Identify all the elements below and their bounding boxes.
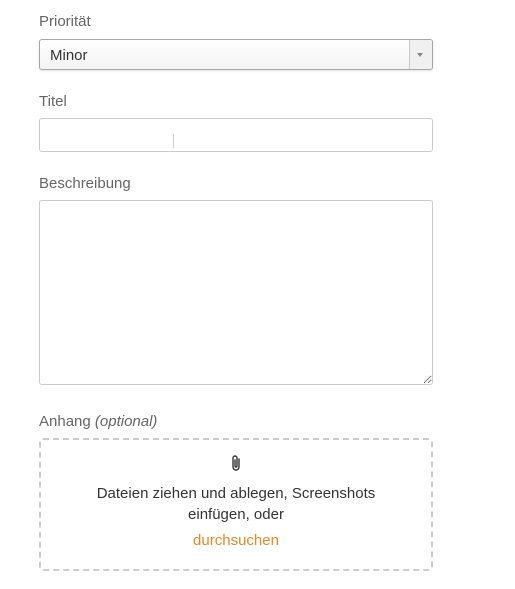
select-arrow-button[interactable]	[409, 40, 432, 69]
priority-selected-value: Minor	[50, 47, 88, 64]
priority-label: Priorität	[39, 13, 91, 30]
browse-link[interactable]: durchsuchen	[41, 532, 431, 549]
optional-hint: (optional)	[94, 413, 158, 430]
title-label: Titel	[39, 93, 67, 110]
title-input[interactable]	[39, 118, 433, 152]
text-cursor	[173, 134, 174, 148]
description-label: Beschreibung	[39, 175, 131, 192]
chevron-down-icon	[417, 53, 423, 57]
dropzone-instructions: Dateien ziehen und ablegen, Screenshots …	[96, 485, 376, 523]
description-textarea[interactable]	[39, 200, 433, 385]
file-dropzone[interactable]: Dateien ziehen und ablegen, Screenshots …	[39, 438, 433, 571]
paperclip-icon	[41, 454, 431, 477]
attachment-label: Anhang (optional)	[39, 413, 157, 431]
attachment-label-text: Anhang	[39, 413, 91, 430]
priority-select[interactable]: Minor	[39, 39, 433, 70]
